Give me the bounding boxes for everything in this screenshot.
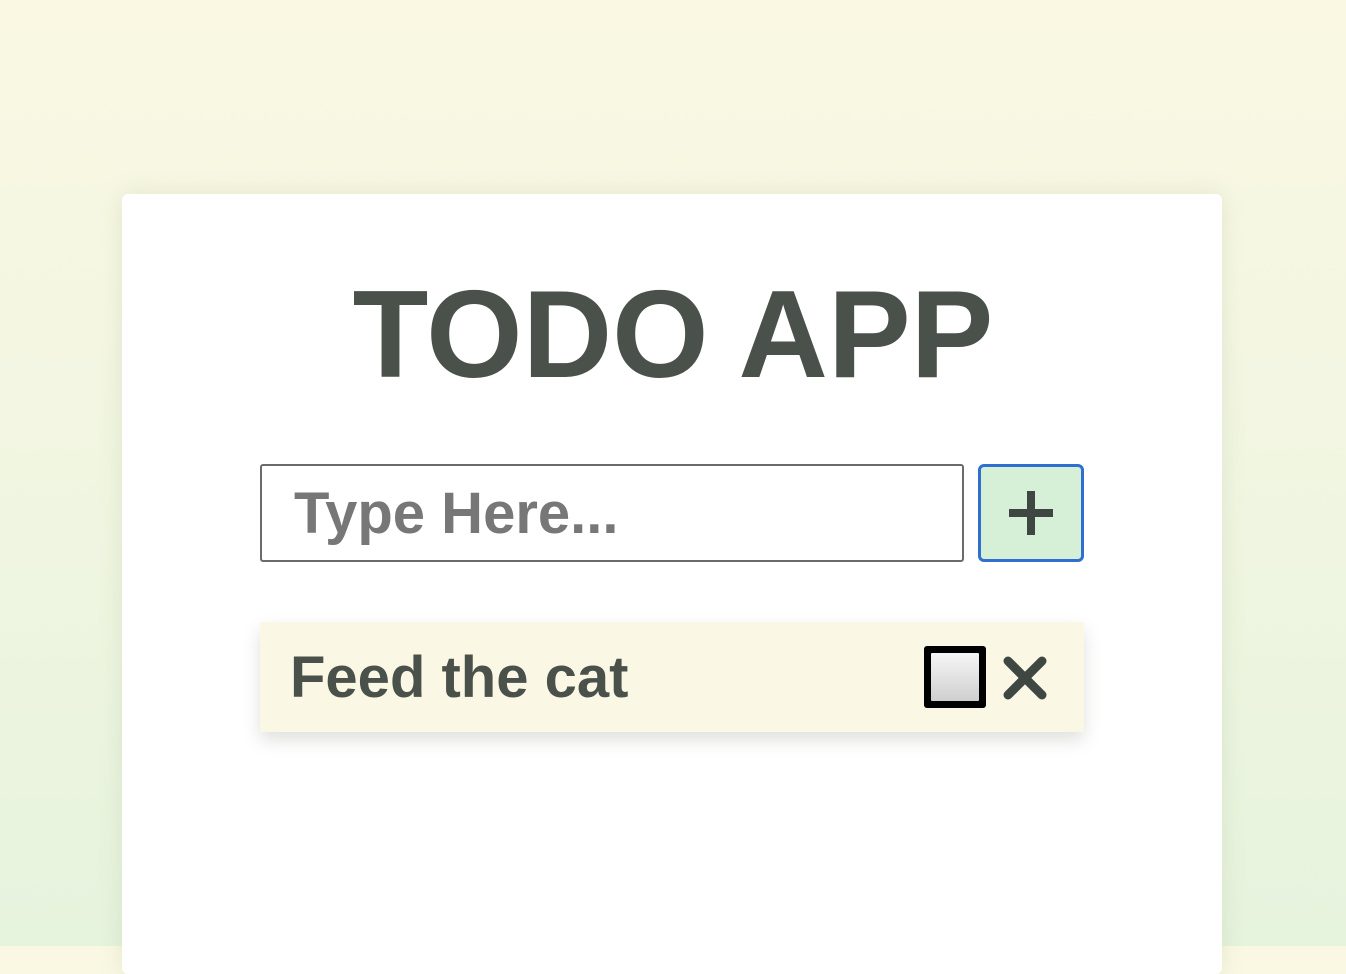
close-icon <box>1003 656 1047 700</box>
checkbox-icon <box>931 653 979 701</box>
todo-input[interactable] <box>260 464 964 562</box>
list-item: Feed the cat <box>260 622 1084 732</box>
page-title: TODO APP <box>352 266 994 404</box>
todo-text: Feed the cat <box>290 645 629 710</box>
add-todo-button[interactable] <box>978 464 1084 562</box>
delete-todo-button[interactable] <box>1002 655 1048 701</box>
plus-icon <box>1009 491 1053 535</box>
complete-todo-button[interactable] <box>924 646 986 708</box>
